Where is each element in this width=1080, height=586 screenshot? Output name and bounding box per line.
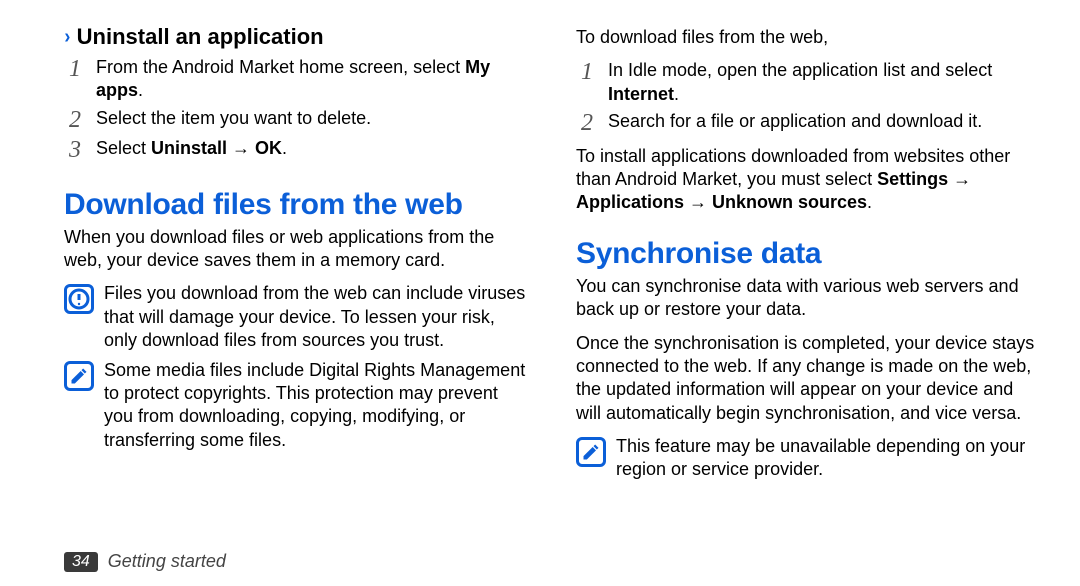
download-intro: When you download files or web applicati… — [64, 226, 528, 273]
right-column: To download files from the web, 1 In Idl… — [576, 24, 1040, 488]
left-column: › Uninstall an application 1 From the An… — [64, 24, 528, 488]
step-text: Select the item you want to delete. — [96, 107, 528, 133]
step-text: In Idle mode, open the application list … — [608, 59, 1040, 106]
page-columns: › Uninstall an application 1 From the An… — [64, 24, 1040, 488]
step-row: 2 Select the item you want to delete. — [64, 107, 528, 133]
warning-note: Files you download from the web can incl… — [64, 282, 528, 352]
drm-note: Some media files include Digital Rights … — [64, 359, 528, 453]
warning-icon — [64, 284, 94, 314]
drm-text: Some media files include Digital Rights … — [104, 359, 528, 453]
subheading-text: Uninstall an application — [77, 24, 324, 50]
step-row: 2 Search for a file or application and d… — [576, 110, 1040, 136]
install-note: To install applications downloaded from … — [576, 145, 1040, 215]
availability-note: This feature may be unavailable dependin… — [576, 435, 1040, 482]
note-icon — [576, 437, 606, 467]
step-text: Select Uninstall → OK. — [96, 137, 528, 163]
download-lead: To download files from the web, — [576, 26, 1040, 49]
heading-download-files: Download files from the web — [64, 188, 528, 222]
download-steps: 1 In Idle mode, open the application lis… — [576, 59, 1040, 136]
chevron-icon: › — [64, 26, 70, 49]
sync-paragraph-2: Once the synchronisation is completed, y… — [576, 332, 1040, 426]
footer-section: Getting started — [108, 551, 226, 572]
sync-paragraph-1: You can synchronise data with various we… — [576, 275, 1040, 322]
warning-text: Files you download from the web can incl… — [104, 282, 528, 352]
step-number: 3 — [64, 137, 86, 163]
note-icon — [64, 361, 94, 391]
page-number: 34 — [64, 552, 98, 572]
step-text: Search for a file or application and dow… — [608, 110, 1040, 136]
step-row: 1 In Idle mode, open the application lis… — [576, 59, 1040, 106]
subheading-uninstall: › Uninstall an application — [64, 24, 528, 50]
step-row: 1 From the Android Market home screen, s… — [64, 56, 528, 103]
step-number: 2 — [576, 110, 598, 136]
availability-text: This feature may be unavailable dependin… — [616, 435, 1040, 482]
step-text: From the Android Market home screen, sel… — [96, 56, 528, 103]
page-footer: 34 Getting started — [64, 551, 226, 572]
step-number: 1 — [576, 59, 598, 106]
step-number: 2 — [64, 107, 86, 133]
step-number: 1 — [64, 56, 86, 103]
step-row: 3 Select Uninstall → OK. — [64, 137, 528, 163]
heading-synchronise: Synchronise data — [576, 237, 1040, 271]
uninstall-steps: 1 From the Android Market home screen, s… — [64, 56, 528, 164]
